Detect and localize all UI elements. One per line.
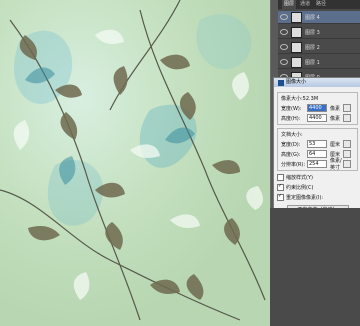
tab-paths[interactable]: 路径 [314,0,328,9]
dialog-title: 图像大小 [286,79,307,85]
doc-height-label: 高度(G): [281,151,301,158]
visibility-eye-icon[interactable] [280,59,288,65]
doc-size-label: 文档大小: [281,132,303,138]
checkbox-icon[interactable] [277,183,284,191]
chevron-down-icon[interactable] [343,104,351,112]
checkbox-icon[interactable] [277,174,284,181]
visibility-eye-icon[interactable] [280,44,288,50]
resolution-input[interactable]: 254 [307,160,327,168]
layer-thumbnail [291,26,302,38]
visibility-eye-icon[interactable] [280,14,288,20]
constrain-proportions-checkbox[interactable]: 约束比例(C) [277,183,358,191]
image-size-dialog: 图像大小 像素大小:52.3M 宽度(W): 4400 像素 高度(H): 44… [273,77,360,215]
dialog-titlebar[interactable]: 图像大小 [274,78,360,87]
scale-styles-checkbox[interactable]: 缩放样式(Y) [277,174,358,181]
pixel-height-input[interactable]: 4400 [307,114,327,122]
layer-row[interactable]: 图层 4 [278,11,360,24]
chevron-down-icon[interactable] [343,140,351,148]
pixel-width-unit[interactable]: 像素 [330,105,342,112]
layer-row[interactable]: 图层 2 [278,41,360,54]
tab-channels[interactable]: 通道 [298,0,312,9]
chevron-down-icon[interactable] [343,160,351,168]
doc-width-unit[interactable]: 厘米 [330,141,342,148]
chevron-down-icon[interactable] [343,114,351,122]
pixel-height-unit[interactable]: 像素 [330,115,342,122]
pixel-width-input[interactable]: 4400 [307,104,327,112]
width-label: 宽度(W): [281,105,302,112]
scale-styles-label: 缩放样式(Y) [286,175,313,181]
layer-name: 图层 3 [305,29,320,36]
resolution-label: 分辨率(R): [281,161,306,168]
tab-layers[interactable]: 图层 [282,0,297,9]
photoshop-icon [278,79,284,86]
height-label: 高度(H): [281,115,301,122]
doc-height-input[interactable]: 64 [307,150,327,158]
pixel-size-label: 像素大小:52.3M [281,96,319,102]
resample-label: 重定图像像素(I): [286,195,324,201]
layers-panel: 图层 通道 路径 图层 4 图层 3 图层 2 图层 1 图层 0 [278,0,360,84]
layer-row[interactable]: 图层 3 [278,26,360,39]
layer-thumbnail [291,56,302,68]
checkbox-icon[interactable] [277,193,284,201]
doc-width-input[interactable]: 53 [307,140,327,148]
layer-name: 图层 1 [305,59,320,66]
resample-checkbox[interactable]: 重定图像像素(I): [277,193,358,201]
layer-thumbnail [291,11,302,23]
panel-area [270,208,360,326]
chevron-down-icon[interactable] [343,150,351,158]
layer-row[interactable]: 图层 1 [278,56,360,69]
visibility-eye-icon[interactable] [280,29,288,35]
constrain-label: 约束比例(C) [286,185,314,191]
image-canvas[interactable] [0,0,270,326]
layer-name: 图层 2 [305,44,320,51]
pixel-size-group: 像素大小:52.3M 宽度(W): 4400 像素 高度(H): 4400 像素 [277,92,358,125]
pattern-image [0,0,270,326]
layer-name: 图层 4 [305,14,320,21]
resolution-unit[interactable]: 像素/英寸 [330,157,342,171]
doc-width-label: 宽度(D): [281,141,301,148]
layer-thumbnail [291,41,302,53]
document-size-group: 文档大小: 宽度(D): 53 厘米 高度(G): 64 厘米 分辨率(R): … [277,128,358,171]
panel-tabs: 图层 通道 路径 [278,0,360,9]
